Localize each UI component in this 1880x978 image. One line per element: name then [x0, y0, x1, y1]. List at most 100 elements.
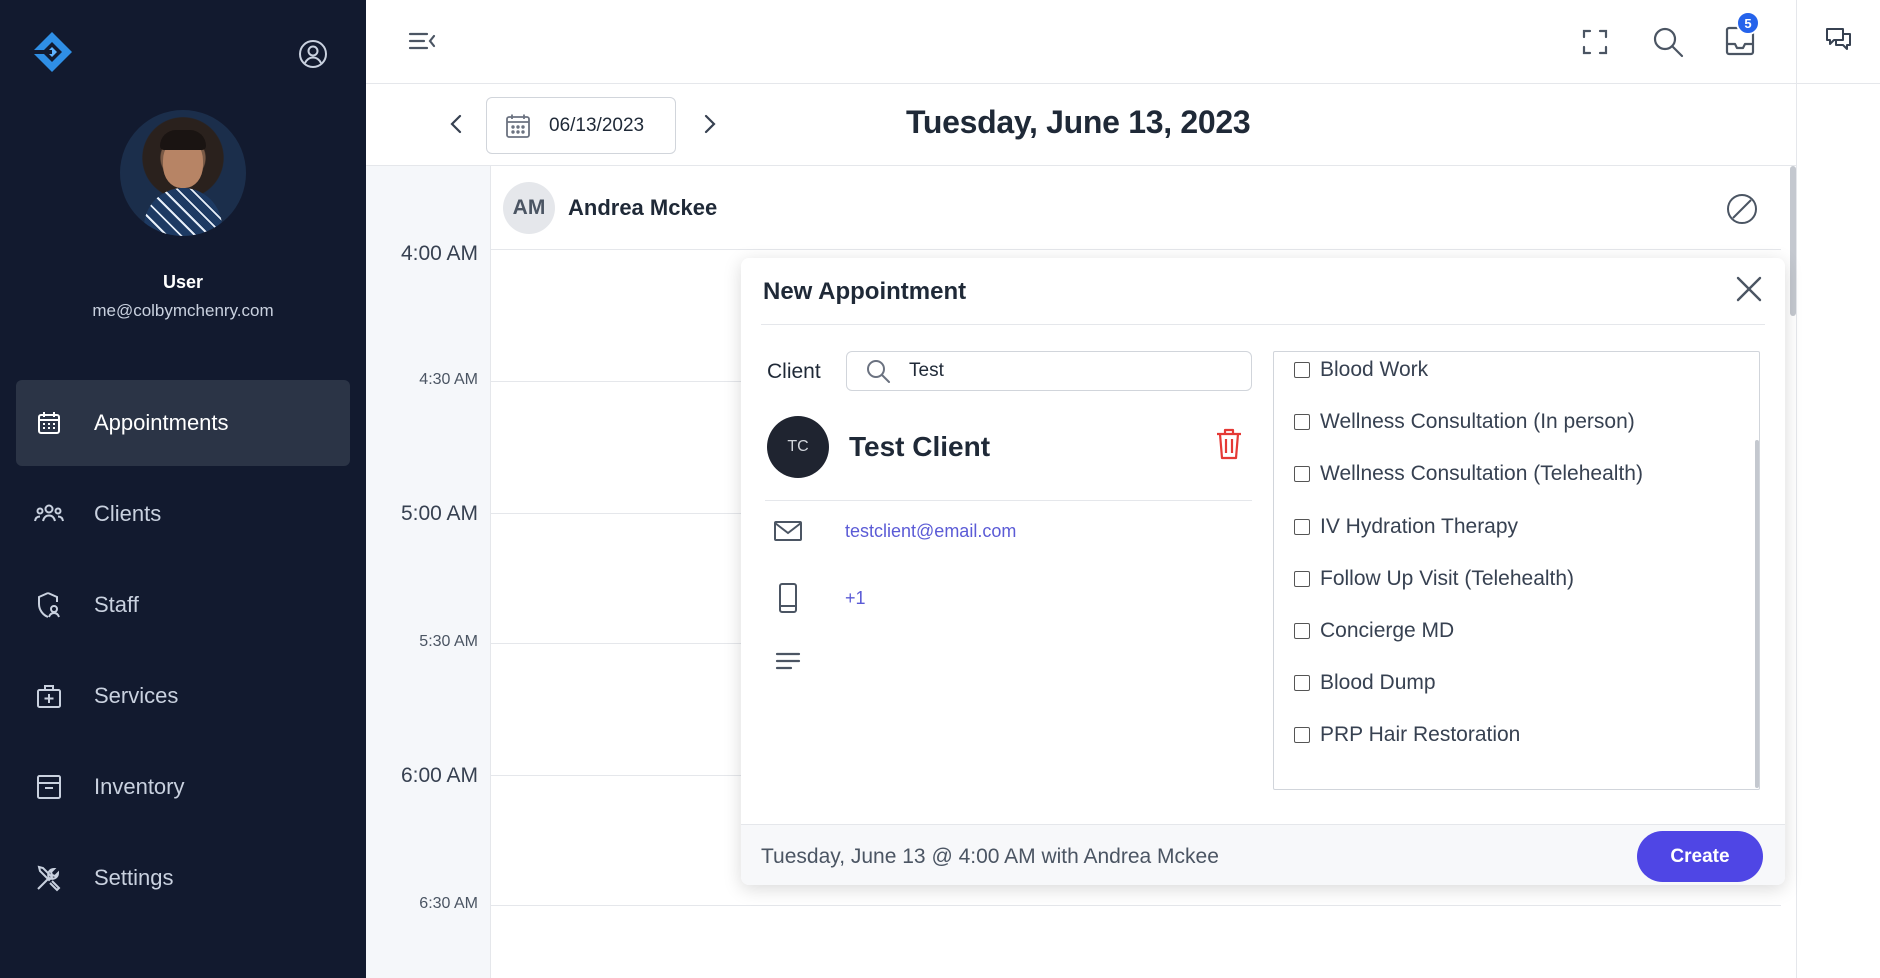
archive-box-icon: [34, 772, 64, 802]
client-email-link[interactable]: testclient@email.com: [845, 521, 1016, 542]
calendar-scrollbar[interactable]: [1790, 166, 1796, 316]
sidebar-nav: Appointments Clients Staff Services Inve…: [16, 380, 350, 926]
search-icon[interactable]: [1651, 25, 1685, 64]
block-time-icon[interactable]: [1725, 192, 1759, 231]
services-list: Blood Work Wellness Consultation (In per…: [1273, 351, 1760, 790]
service-option-iv-hydration[interactable]: IV Hydration Therapy: [1294, 515, 1518, 539]
modal-footer: Tuesday, June 13 @ 4:00 AM with Andrea M…: [741, 824, 1785, 885]
appointment-summary: Tuesday, June 13 @ 4:00 AM with Andrea M…: [761, 845, 1219, 868]
time-label: 4:30 AM: [419, 371, 478, 388]
service-label: Concierge MD: [1320, 619, 1455, 642]
date-navigation: 06/13/2023 Tuesday, June 13, 2023: [366, 84, 1796, 166]
checkbox[interactable]: [1294, 466, 1310, 482]
checkbox[interactable]: [1294, 414, 1310, 430]
sidebar-item-inventory[interactable]: Inventory: [16, 744, 350, 830]
top-bar: 5: [366, 0, 1796, 84]
fullscreen-icon[interactable]: [1580, 27, 1610, 62]
users-icon: [34, 499, 64, 529]
service-label: Follow Up Visit (Telehealth): [1320, 567, 1575, 590]
staff-avatar: AM: [503, 181, 555, 234]
create-button[interactable]: Create: [1637, 831, 1763, 882]
modal-header: New Appointment: [761, 258, 1765, 325]
grid-line: [491, 905, 1781, 906]
avatar: [120, 110, 246, 236]
date-value: 06/13/2023: [549, 114, 645, 136]
time-label: 4:00 AM: [400, 242, 478, 265]
sidebar-item-label: Appointments: [94, 410, 229, 435]
service-option-follow-up[interactable]: Follow Up Visit (Telehealth): [1294, 567, 1574, 591]
notes-icon[interactable]: [771, 650, 805, 672]
date-picker[interactable]: 06/13/2023: [486, 97, 676, 154]
mail-icon: [771, 520, 805, 542]
checkbox[interactable]: [1294, 571, 1310, 587]
sidebar-item-staff[interactable]: Staff: [16, 562, 350, 648]
sidebar-item-appointments[interactable]: Appointments: [16, 380, 350, 466]
calendar-icon: [506, 114, 530, 138]
service-label: Wellness Consultation (In person): [1320, 410, 1635, 433]
time-label: 5:00 AM: [400, 502, 478, 525]
calendar-icon: [34, 408, 64, 438]
staff-name: Andrea Mckee: [568, 194, 718, 220]
client-phone-row: +1: [771, 582, 866, 614]
service-label: Wellness Consultation (Telehealth): [1320, 462, 1643, 485]
close-icon[interactable]: [1733, 273, 1765, 310]
sidebar-item-label: Services: [94, 683, 179, 708]
service-option-concierge-md[interactable]: Concierge MD: [1294, 619, 1454, 643]
account-circle-icon[interactable]: [297, 38, 329, 70]
right-panel: [1796, 0, 1880, 978]
sidebar-item-label: Settings: [94, 865, 174, 890]
sidebar-item-label: Clients: [94, 501, 162, 526]
checkbox[interactable]: [1294, 727, 1310, 743]
client-search-field[interactable]: [846, 351, 1252, 391]
shield-user-icon: [34, 590, 64, 620]
service-label: IV Hydration Therapy: [1320, 515, 1519, 538]
sidebar-item-services[interactable]: Services: [16, 653, 350, 739]
chat-icon[interactable]: [1824, 25, 1854, 58]
client-search-input[interactable]: [909, 360, 1209, 382]
selected-client-card: TC Test Client: [765, 413, 1252, 501]
services-scrollbar[interactable]: [1755, 440, 1759, 788]
chevron-right-icon[interactable]: [700, 112, 720, 141]
new-appointment-modal: New Appointment Client TC Test Client: [741, 258, 1785, 885]
user-email: me@colbymchenry.com: [92, 301, 274, 320]
client-label: Client: [767, 360, 821, 383]
client-notes-row: [771, 650, 845, 672]
sidebar-item-settings[interactable]: Settings: [16, 835, 350, 921]
modal-title: New Appointment: [763, 278, 967, 305]
client-name: Test Client: [849, 431, 991, 462]
trash-icon[interactable]: [1214, 427, 1244, 466]
page-title: Tuesday, June 13, 2023: [906, 104, 1251, 140]
service-label: PRP Hair Restoration: [1320, 723, 1521, 746]
checkbox[interactable]: [1294, 623, 1310, 639]
service-option-blood-dump[interactable]: Blood Dump: [1294, 671, 1436, 695]
time-label: 5:30 AM: [419, 633, 478, 650]
app-logo-icon[interactable]: [30, 30, 74, 74]
medical-bag-icon: [34, 681, 64, 711]
sidebar: User me@colbymchenry.com Appointments Cl…: [0, 0, 366, 978]
client-phone-link[interactable]: +1: [845, 588, 866, 609]
user-name: User: [162, 272, 204, 292]
sidebar-item-clients[interactable]: Clients: [16, 471, 350, 557]
service-option-wellness-telehealth[interactable]: Wellness Consultation (Telehealth): [1294, 462, 1643, 486]
sidebar-item-label: Inventory: [94, 774, 185, 799]
service-option-blood-work[interactable]: Blood Work: [1294, 358, 1428, 382]
time-column: 4:00 AM 4:30 AM 5:00 AM 5:30 AM 6:00 AM …: [366, 166, 491, 978]
service-option-prp-hair[interactable]: PRP Hair Restoration: [1294, 723, 1520, 747]
notification-badge: 5: [1736, 11, 1760, 35]
checkbox[interactable]: [1294, 519, 1310, 535]
tools-icon: [34, 863, 64, 893]
staff-column-header: AM Andrea Mckee: [491, 166, 1781, 250]
service-label: Blood Dump: [1320, 671, 1436, 694]
checkbox[interactable]: [1294, 675, 1310, 691]
phone-icon: [771, 582, 805, 614]
time-label: 6:30 AM: [419, 895, 478, 912]
service-option-wellness-in-person[interactable]: Wellness Consultation (In person): [1294, 410, 1635, 434]
menu-collapse-icon[interactable]: [406, 28, 438, 59]
client-email-row: testclient@email.com: [771, 520, 1016, 542]
chevron-left-icon[interactable]: [446, 112, 466, 141]
time-label: 6:00 AM: [400, 764, 478, 787]
sidebar-item-label: Staff: [94, 592, 139, 617]
service-label: Blood Work: [1320, 358, 1429, 381]
client-avatar: TC: [767, 416, 829, 478]
checkbox[interactable]: [1294, 362, 1310, 378]
